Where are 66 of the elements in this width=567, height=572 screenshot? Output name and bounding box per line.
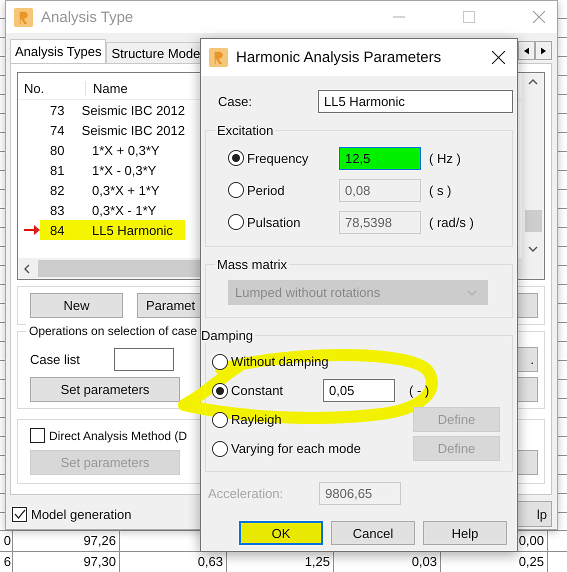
dialog-button[interactable]: Help <box>423 521 507 545</box>
table-cell: 97,30 <box>13 552 120 572</box>
app-logo-icon <box>209 48 228 67</box>
tab[interactable]: Analysis Types <box>10 39 106 63</box>
list-row[interactable]: 81 1*X - 0,3*Y <box>40 160 185 180</box>
down-chevron-icon <box>528 246 538 252</box>
list-row[interactable]: 73 Seismic IBC 2012 <box>40 100 185 120</box>
group-title: Mass matrix <box>216 257 288 272</box>
radio-button[interactable] <box>212 440 228 456</box>
column-header[interactable]: No. <box>18 80 86 96</box>
radio-label: Pulsation <box>246 214 302 230</box>
checkbox-label: Direct Analysis Method (D <box>49 428 188 442</box>
checkbox[interactable] <box>12 506 27 522</box>
radio-label: Varying for each mode <box>230 441 361 456</box>
checkmark-icon <box>14 508 26 520</box>
up-chevron-icon <box>528 79 538 85</box>
unit-label: ( s ) <box>429 182 452 198</box>
table-cell: 6 <box>0 552 13 572</box>
case-field[interactable]: LL5 Harmonic <box>318 90 513 113</box>
unit-label: ( rad/s ) <box>429 214 474 230</box>
value-field[interactable]: 12,5 <box>339 146 421 170</box>
dialog-title: Harmonic Analysis Parameters <box>236 49 442 66</box>
scroll-left-button[interactable] <box>518 41 535 60</box>
right-triangle-icon <box>541 46 546 54</box>
value-field[interactable]: 0,05 <box>323 379 395 402</box>
dialog-button[interactable]: OK <box>239 521 323 545</box>
list-row[interactable]: 74 Seismic IBC 2012 <box>40 120 185 140</box>
set-parameters-button[interactable]: Set parameters <box>30 376 180 402</box>
radio-label: Frequency <box>246 150 310 166</box>
list-row[interactable]: 80 1*X + 0,3*Y <box>40 140 185 160</box>
unit-label: ( - ) <box>409 383 430 398</box>
checkbox[interactable] <box>30 428 45 443</box>
app-logo-icon <box>14 8 33 26</box>
radio-button[interactable] <box>228 214 244 230</box>
scroll-right-button[interactable] <box>535 41 552 60</box>
list-row[interactable]: 83 0,3*X - 1*Y <box>40 200 185 220</box>
radio-button[interactable] <box>212 354 228 370</box>
radio-button[interactable] <box>228 182 244 198</box>
group-title: Excitation <box>216 123 274 138</box>
list-row[interactable]: 82 0,3*X + 1*Y <box>40 180 185 200</box>
acceleration-label: Acceleration: <box>208 486 284 501</box>
group-title: Damping <box>200 328 254 343</box>
value-field[interactable]: 0,08 <box>339 178 421 202</box>
new-button[interactable]: New <box>30 293 123 318</box>
radio-label: Period <box>246 182 286 198</box>
case-label: Case: <box>218 94 253 109</box>
right-arrow-icon <box>24 225 40 235</box>
chevron-down-icon <box>467 290 477 296</box>
value-field[interactable]: 78,5398 <box>339 210 421 234</box>
scroll-thumb[interactable] <box>524 210 542 232</box>
case-list-field[interactable] <box>114 348 174 370</box>
window-title: Analysis Type <box>41 8 134 26</box>
group-title: Operations on selection of case <box>26 324 200 338</box>
close-icon[interactable] <box>492 51 505 64</box>
case-list-label: Case list <box>30 352 80 366</box>
checkbox-label: Model generation <box>31 506 132 522</box>
radio-button[interactable] <box>228 150 244 166</box>
unit-label: ( Hz ) <box>429 150 461 166</box>
left-chevron-icon <box>24 264 30 274</box>
column-header[interactable]: Name <box>86 80 128 96</box>
list-row[interactable]: 84 LL5 Harmonic <box>40 220 185 240</box>
left-triangle-icon <box>524 46 529 54</box>
vertical-scrollbar[interactable] <box>522 73 544 258</box>
radio-label: Constant <box>230 383 284 398</box>
radio-button[interactable] <box>212 382 228 398</box>
dialog-button[interactable]: Cancel <box>331 521 415 545</box>
